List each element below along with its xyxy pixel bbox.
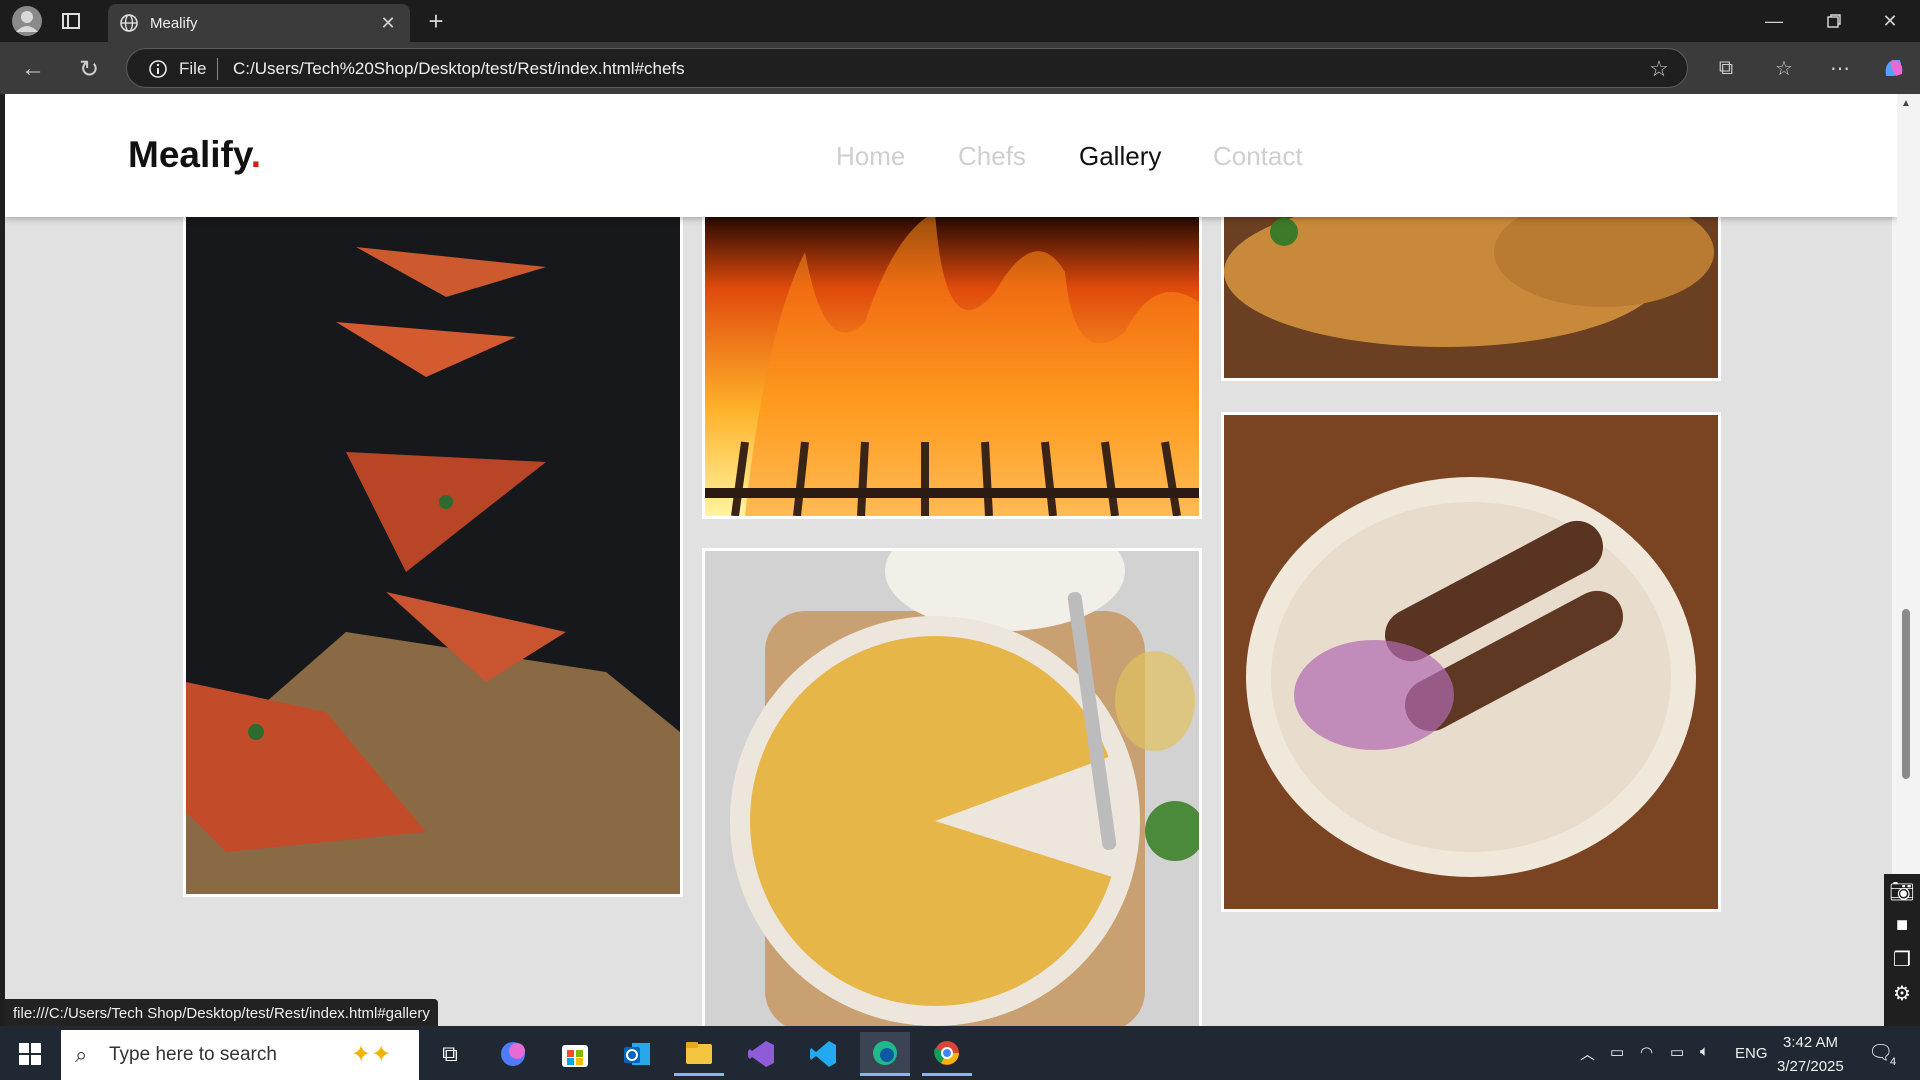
edge-icon[interactable] xyxy=(860,1032,910,1076)
store-icon[interactable] xyxy=(550,1032,600,1076)
task-view-icon[interactable]: ⧉ xyxy=(425,1032,475,1076)
windows-icon[interactable]: ❐ xyxy=(1884,942,1920,976)
tab-title: Mealify xyxy=(150,15,198,32)
meet-now-icon[interactable]: ▭ xyxy=(1610,1043,1624,1061)
notification-count-badge: 4 xyxy=(1890,1056,1897,1068)
nav-chefs[interactable]: Chefs xyxy=(958,141,1026,172)
close-tab-icon[interactable]: ✕ xyxy=(378,13,398,33)
video-icon[interactable]: ■ xyxy=(1884,908,1920,942)
outlook-icon[interactable] xyxy=(612,1032,662,1076)
settings-gear-icon[interactable]: ⚙ xyxy=(1884,976,1920,1010)
tab-mealify[interactable]: Mealify ✕ xyxy=(108,4,410,42)
browser-toolbar: ← ↻ File C:/Users/Tech%20Shop/Desktop/te… xyxy=(0,42,1920,94)
address-separator xyxy=(217,58,218,80)
favorite-star-icon[interactable]: ☆ xyxy=(1647,56,1671,81)
logo-dot: . xyxy=(250,134,261,175)
file-explorer-icon[interactable] xyxy=(674,1032,724,1076)
globe-icon xyxy=(118,12,140,34)
browser-tab-strip: Mealify ✕ + — ✕ xyxy=(0,0,1920,42)
fried-chicken-image[interactable] xyxy=(1221,209,1721,381)
clock-time[interactable]: 3:42 AM xyxy=(1783,1034,1838,1051)
search-placeholder: Type here to search xyxy=(109,1044,277,1065)
language-indicator[interactable]: ENG xyxy=(1735,1045,1768,1062)
site-logo[interactable]: Mealify. xyxy=(128,134,261,176)
page-viewport: Mealify. Home Chefs Gallery Contact xyxy=(5,94,1897,1026)
extensions-icon[interactable]: ⧉ xyxy=(1710,52,1742,84)
grill-flames-image[interactable] xyxy=(702,209,1202,519)
side-tools-panel: 📷︎ ■ ❐ ⚙ xyxy=(1884,874,1920,1026)
favorites-icon[interactable]: ☆ xyxy=(1768,52,1800,84)
visual-studio-icon[interactable] xyxy=(736,1032,786,1076)
logo-text: Mealify xyxy=(128,134,251,175)
show-hidden-icons[interactable]: ︿ xyxy=(1580,1043,1595,1064)
kebab-plate-image[interactable] xyxy=(1221,412,1721,912)
battery-icon[interactable]: ▭ xyxy=(1670,1043,1684,1061)
new-tab-icon[interactable]: + xyxy=(421,6,451,36)
more-menu-icon[interactable]: ⋯ xyxy=(1824,52,1856,84)
volume-icon[interactable]: 🔈︎ xyxy=(1700,1043,1709,1060)
status-url-tooltip: file:///C:/Users/Tech Shop/Desktop/test/… xyxy=(5,999,438,1026)
close-window-icon[interactable]: ✕ xyxy=(1870,6,1910,36)
url-text[interactable]: C:/Users/Tech%20Shop/Desktop/test/Rest/i… xyxy=(233,59,685,79)
start-windows-icon[interactable] xyxy=(5,1032,55,1076)
site-info-icon[interactable] xyxy=(147,58,169,80)
back-icon[interactable]: ← xyxy=(18,54,48,84)
restore-icon[interactable] xyxy=(1814,6,1854,36)
address-prefix: File xyxy=(179,59,207,78)
vscode-icon[interactable] xyxy=(798,1032,848,1076)
tab-actions-icon[interactable] xyxy=(58,8,84,34)
pizza-slices-image[interactable] xyxy=(183,209,683,897)
address-bar[interactable]: File C:/Users/Tech%20Shop/Desktop/test/R… xyxy=(126,48,1688,88)
taskbar-search-box[interactable]: ⌕ Type here to search ✦✦ xyxy=(61,1030,419,1080)
copilot-icon[interactable] xyxy=(1878,52,1910,84)
profile-avatar-icon[interactable] xyxy=(12,6,42,36)
clock-date[interactable]: 3/27/2025 xyxy=(1777,1058,1844,1075)
copilot-app-icon[interactable] xyxy=(488,1032,538,1076)
omelette-image[interactable] xyxy=(702,548,1202,1026)
camera-icon[interactable]: 📷︎ xyxy=(1884,874,1920,908)
nav-gallery[interactable]: Gallery xyxy=(1079,141,1161,172)
network-icon[interactable]: ◠ xyxy=(1640,1043,1653,1061)
site-header: Mealify. Home Chefs Gallery Contact xyxy=(5,94,1897,217)
scroll-up-icon[interactable]: ▲ xyxy=(1901,98,1911,109)
chrome-icon[interactable] xyxy=(922,1032,972,1076)
refresh-icon[interactable]: ↻ xyxy=(74,54,104,84)
nav-home[interactable]: Home xyxy=(836,141,905,172)
search-icon: ⌕ xyxy=(75,1042,88,1067)
minimize-icon[interactable]: — xyxy=(1754,6,1794,36)
search-highlight-icon: ✦✦ xyxy=(351,1041,392,1068)
scroll-thumb[interactable] xyxy=(1902,609,1910,779)
nav-contact[interactable]: Contact xyxy=(1213,141,1303,172)
